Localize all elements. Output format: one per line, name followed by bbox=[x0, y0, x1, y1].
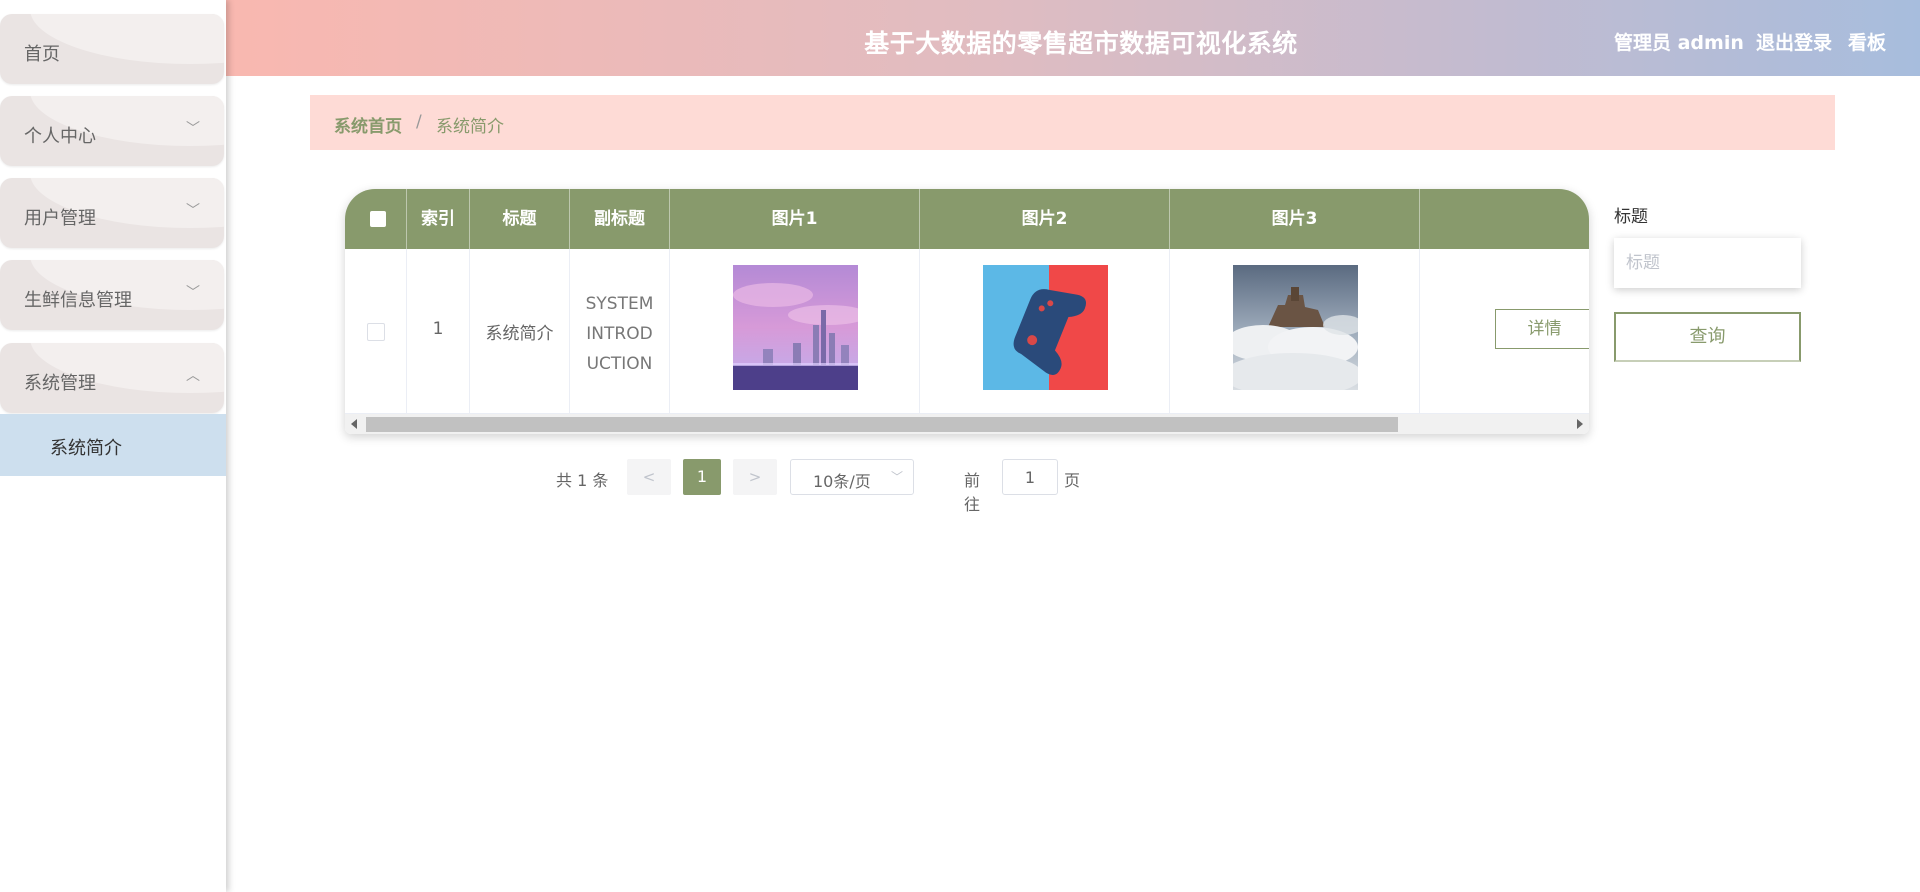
sidebar: 首页 个人中心 ﹀ 用户管理 ﹀ 生鲜信息管理 ﹀ 系统管理 ︿ 系统简介 bbox=[0, 0, 226, 892]
chevron-down-icon: ﹀ bbox=[186, 203, 200, 219]
next-page-button[interactable]: > bbox=[733, 459, 777, 495]
row-title: 系统简介 bbox=[485, 324, 554, 344]
page-size-select[interactable]: 10条/页 ﹀ bbox=[790, 459, 914, 495]
sidebar-item-fresh-info-management[interactable]: 生鲜信息管理 ﹀ bbox=[0, 260, 224, 330]
sidebar-item-personal-center[interactable]: 个人中心 ﹀ bbox=[0, 96, 224, 166]
horizontal-scrollbar[interactable] bbox=[345, 414, 1589, 434]
column-header-index: 索引 bbox=[407, 189, 470, 249]
cell-title: 系统简介 bbox=[470, 249, 570, 414]
row-subtitle: SYSTEM INTROD UCTION bbox=[570, 289, 669, 379]
page-size-value: 10条/页 bbox=[813, 472, 871, 491]
search-title-input[interactable] bbox=[1614, 238, 1801, 288]
sidebar-item-label: 系统管理 bbox=[24, 373, 96, 394]
search-title-label: 标题 bbox=[1614, 207, 1648, 227]
sidebar-item-label: 生鲜信息管理 bbox=[24, 290, 132, 311]
column-header-title: 标题 bbox=[470, 189, 570, 249]
table-header: 索引 标题 副标题 图片1 图片2 图片3 bbox=[345, 189, 1589, 249]
chevron-down-icon: ﹀ bbox=[186, 285, 200, 301]
scroll-right-icon[interactable] bbox=[1577, 419, 1583, 429]
column-header-actions bbox=[1420, 189, 1589, 249]
detail-button[interactable]: 详情 bbox=[1495, 309, 1589, 349]
page-number-button[interactable]: 1 bbox=[683, 459, 721, 495]
cell-index: 1 bbox=[407, 249, 470, 414]
cell-image2 bbox=[920, 249, 1170, 414]
row-subtitle-line: INTROD bbox=[586, 324, 653, 344]
goto-page-input[interactable] bbox=[1002, 459, 1058, 495]
column-select-all bbox=[345, 189, 407, 249]
cell-subtitle: SYSTEM INTROD UCTION bbox=[570, 249, 670, 414]
cell-select bbox=[345, 249, 407, 414]
breadcrumb-separator: / bbox=[416, 112, 422, 132]
submenu-item-label: 系统简介 bbox=[50, 438, 122, 459]
sidebar-item-label: 用户管理 bbox=[24, 208, 96, 229]
row-subtitle-line: SYSTEM bbox=[585, 294, 654, 314]
column-header-subtitle: 副标题 bbox=[570, 189, 670, 249]
city-skyline-image[interactable] bbox=[733, 265, 858, 390]
sidebar-item-system-management[interactable]: 系统管理 ︿ bbox=[0, 343, 224, 413]
select-all-checkbox[interactable] bbox=[370, 211, 386, 227]
column-header-image2: 图片2 bbox=[920, 189, 1170, 249]
top-header: 基于大数据的零售超市数据可视化系统 管理员 admin 退出登录 看板 bbox=[226, 0, 1920, 76]
column-header-image1: 图片1 bbox=[670, 189, 920, 249]
search-button[interactable]: 查询 bbox=[1614, 312, 1801, 362]
breadcrumb-home-link[interactable]: 系统首页 bbox=[334, 112, 402, 137]
cell-image1 bbox=[670, 249, 920, 414]
breadcrumb: 系统首页 / 系统简介 bbox=[310, 95, 1835, 150]
sidebar-item-user-management[interactable]: 用户管理 ﹀ bbox=[0, 178, 224, 248]
chevron-up-icon: ︿ bbox=[186, 368, 200, 384]
row-checkbox[interactable] bbox=[367, 323, 385, 341]
goto-prefix: 前往 bbox=[964, 471, 981, 514]
column-header-image3: 图片3 bbox=[1170, 189, 1420, 249]
sidebar-item-home[interactable]: 首页 bbox=[0, 14, 224, 84]
row-subtitle-line: UCTION bbox=[586, 354, 653, 374]
scrollbar-thumb[interactable] bbox=[366, 417, 1398, 432]
gamepad-image[interactable] bbox=[983, 265, 1108, 390]
logout-link[interactable]: 退出登录 bbox=[1756, 28, 1832, 55]
chevron-down-icon: ﹀ bbox=[186, 121, 200, 137]
current-user: 管理员 admin bbox=[1614, 32, 1744, 54]
cloud-castle-image[interactable] bbox=[1233, 265, 1358, 390]
row-index: 1 bbox=[432, 319, 444, 339]
cell-image3 bbox=[1170, 249, 1420, 414]
table-row: 1 系统简介 SYSTEM INTROD UCTION 详情 bbox=[345, 249, 1589, 414]
dashboard-link[interactable]: 看板 bbox=[1848, 28, 1886, 55]
prev-page-button[interactable]: < bbox=[627, 459, 671, 495]
submenu-item-system-intro[interactable]: 系统简介 bbox=[0, 414, 226, 476]
scroll-left-icon[interactable] bbox=[351, 419, 357, 429]
sidebar-item-label: 首页 bbox=[24, 44, 60, 65]
sidebar-item-label: 个人中心 bbox=[24, 126, 96, 147]
goto-suffix: 页 bbox=[1064, 471, 1081, 490]
chevron-down-icon: ﹀ bbox=[890, 470, 903, 484]
pagination-total: 共 1 条 bbox=[556, 471, 609, 490]
breadcrumb-current: 系统简介 bbox=[436, 117, 504, 137]
data-table: 索引 标题 副标题 图片1 图片2 图片3 1 系统简介 SYSTEM INTR… bbox=[345, 189, 1589, 434]
